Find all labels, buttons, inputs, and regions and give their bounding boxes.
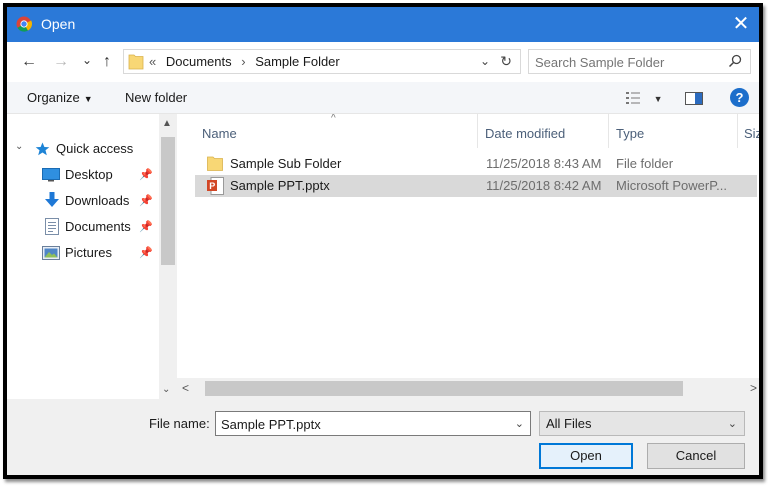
open-dialog: Open ✕ ← → ⌄ ↑ « Documents › Sample Fold… xyxy=(3,3,763,479)
nav-item-label: Downloads xyxy=(65,193,130,208)
file-type: File folder xyxy=(616,156,674,171)
chrome-icon xyxy=(16,16,32,32)
scroll-up-icon[interactable]: ▲ xyxy=(162,118,172,129)
quick-access-label: Quick access xyxy=(56,141,134,156)
svg-text:P: P xyxy=(209,181,215,191)
cancel-button[interactable]: Cancel xyxy=(647,443,745,469)
scroll-right-icon[interactable]: > xyxy=(750,381,757,395)
close-icon[interactable]: ✕ xyxy=(729,12,753,36)
recent-locations-icon[interactable]: ⌄ xyxy=(77,50,97,70)
file-name: Sample PPT.pptx xyxy=(230,178,330,193)
view-chevron-down-icon: ▼ xyxy=(653,94,663,104)
file-date: 11/25/2018 8:42 AM xyxy=(486,178,602,193)
file-type-select[interactable]: All Files ⌄ xyxy=(539,411,745,436)
nav-item-pictures[interactable]: Pictures 📌 xyxy=(7,242,157,264)
desktop-icon xyxy=(42,168,60,182)
column-header-label: Size xyxy=(744,126,759,141)
nav-item-documents[interactable]: Documents 📌 xyxy=(7,216,157,238)
change-view-button[interactable]: ▼ xyxy=(626,91,663,108)
documents-icon xyxy=(45,218,59,235)
file-date: 11/25/2018 8:43 AM xyxy=(486,156,602,171)
refresh-icon[interactable]: ↻ xyxy=(500,53,512,70)
column-header-label: Type xyxy=(616,126,645,141)
folder-icon xyxy=(128,54,144,70)
pin-icon: 📌 xyxy=(139,221,153,233)
pin-icon: 📌 xyxy=(139,169,153,181)
scrollbar-thumb[interactable] xyxy=(205,381,683,396)
column-header-label: Date modified xyxy=(485,126,566,141)
up-icon[interactable]: ↑ xyxy=(97,52,117,72)
address-dropdown-icon[interactable]: ⌄ xyxy=(480,54,490,68)
preview-pane-button[interactable] xyxy=(685,92,703,108)
file-name: Sample Sub Folder xyxy=(230,156,342,171)
download-icon xyxy=(45,192,59,207)
organize-label: Organize xyxy=(27,90,80,105)
nav-item-desktop[interactable]: Desktop 📌 xyxy=(7,164,157,186)
search-box[interactable] xyxy=(528,49,751,74)
address-row: ← → ⌄ ↑ « Documents › Sample Folder ⌄ ↻ xyxy=(7,42,759,82)
powerpoint-file-icon: P xyxy=(207,177,224,195)
breadcrumb-sample-folder[interactable]: Sample Folder xyxy=(255,54,340,69)
scrollbar-thumb[interactable] xyxy=(161,137,175,265)
scroll-left-icon[interactable]: < xyxy=(182,381,189,395)
nav-item-label: Documents xyxy=(65,219,131,234)
organize-button[interactable]: Organize ▼ xyxy=(27,90,93,105)
nav-item-label: Desktop xyxy=(65,167,113,182)
star-icon xyxy=(35,142,50,156)
column-header-name[interactable]: Name ^ xyxy=(177,114,477,148)
pin-icon: 📌 xyxy=(139,247,153,259)
address-bar[interactable]: « Documents › Sample Folder ⌄ ↻ xyxy=(123,49,521,74)
table-row[interactable]: Sample Sub Folder 11/25/2018 8:43 AM Fil… xyxy=(195,153,757,175)
navigation-scrollbar[interactable]: ▲ ⌄ xyxy=(159,114,177,399)
column-header-type[interactable]: Type xyxy=(609,114,737,148)
file-list: Name ^ Date modified Type Size Sample Su… xyxy=(177,114,759,399)
breadcrumb: « Documents › Sample Folder xyxy=(149,54,346,69)
column-header-size[interactable]: Size xyxy=(738,114,759,148)
help-icon[interactable]: ? xyxy=(730,88,749,107)
folder-icon xyxy=(207,156,223,171)
nav-item-label: Pictures xyxy=(65,245,112,260)
window-title: Open xyxy=(41,16,76,32)
file-name-combobox[interactable]: ⌄ xyxy=(215,411,531,436)
expand-chevron-icon[interactable]: ⌄ xyxy=(15,141,23,152)
pin-icon: 📌 xyxy=(139,195,153,207)
chevron-down-icon[interactable]: ⌄ xyxy=(515,417,524,430)
preview-pane-icon xyxy=(685,92,703,105)
dialog-footer: File name: ⌄ All Files ⌄ Open Cancel xyxy=(7,399,759,475)
breadcrumb-overflow[interactable]: « xyxy=(149,54,156,69)
navigation-pane: ⌄ Quick access Desktop 📌 Downloads 📌 Doc… xyxy=(7,114,175,399)
open-button[interactable]: Open xyxy=(539,443,633,469)
file-name-input[interactable] xyxy=(221,415,501,433)
breadcrumb-separator[interactable]: › xyxy=(241,54,245,69)
scroll-down-icon[interactable]: ⌄ xyxy=(162,384,170,395)
search-icon[interactable] xyxy=(728,54,742,68)
nav-item-downloads[interactable]: Downloads 📌 xyxy=(7,190,157,212)
command-bar: Organize ▼ New folder ▼ ? xyxy=(7,82,759,114)
sort-ascending-icon: ^ xyxy=(331,114,336,124)
new-folder-button[interactable]: New folder xyxy=(125,90,187,105)
column-header-date[interactable]: Date modified xyxy=(478,114,608,148)
breadcrumb-documents[interactable]: Documents xyxy=(166,54,232,69)
search-input[interactable] xyxy=(535,53,715,71)
pictures-icon xyxy=(42,246,60,260)
table-row-selected[interactable]: P Sample PPT.pptx 11/25/2018 8:42 AM Mic… xyxy=(195,175,757,197)
nav-item-quick-access[interactable]: ⌄ Quick access xyxy=(7,138,157,160)
file-type: Microsoft PowerP... xyxy=(616,178,728,193)
column-header-label: Name xyxy=(202,126,237,141)
back-icon[interactable]: ← xyxy=(19,52,39,72)
file-type-value: All Files xyxy=(546,416,592,431)
forward-icon[interactable]: → xyxy=(51,52,71,72)
horizontal-scrollbar[interactable]: < > xyxy=(177,378,759,399)
details-view-icon xyxy=(626,92,640,104)
file-name-label: File name: xyxy=(149,416,210,431)
chevron-down-icon[interactable]: ⌄ xyxy=(728,417,737,430)
title-bar[interactable]: Open ✕ xyxy=(7,7,759,42)
chevron-down-icon: ▼ xyxy=(83,94,93,104)
